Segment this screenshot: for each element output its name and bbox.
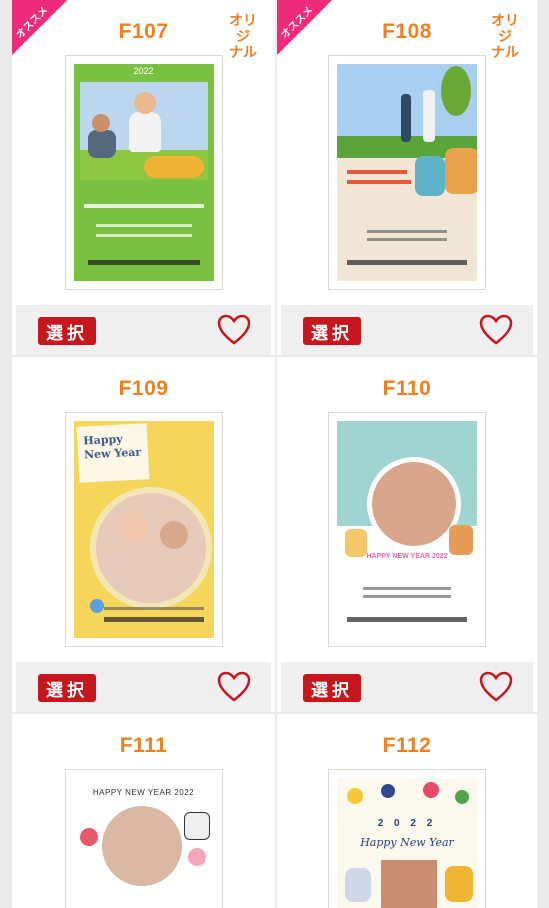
message-line <box>95 234 192 237</box>
message-line <box>367 230 447 233</box>
photo-person <box>423 90 435 142</box>
photo-frame <box>89 487 212 609</box>
flower-illustration <box>347 788 363 804</box>
select-button[interactable]: 選択 <box>38 317 96 345</box>
photo-mother <box>159 521 188 549</box>
photo-tree <box>441 66 471 116</box>
sender-line <box>347 260 467 265</box>
heart-icon[interactable] <box>217 314 251 346</box>
card-greeting: HAPPY NEW YEAR 2022 <box>92 788 195 797</box>
select-button[interactable]: 選択 <box>303 674 361 702</box>
tiger-illustration <box>445 866 473 902</box>
action-bar: 選択 <box>16 662 271 712</box>
template-item-f111[interactable]: F111 HAPPY NEW YEAR 2022 <box>12 714 275 908</box>
action-bar: 選択 <box>16 305 271 355</box>
sender-line <box>347 617 467 622</box>
heart-icon[interactable] <box>479 671 513 703</box>
card-preview[interactable]: HAPPY NEW YEAR 2022 <box>328 412 486 647</box>
template-code: F111 <box>119 734 168 757</box>
sender-line <box>103 617 204 622</box>
message-line <box>363 587 451 590</box>
template-code: F110 <box>382 377 432 400</box>
card-artwork: Happy New Year <box>73 421 214 638</box>
original-badge: オリジ ナル <box>229 12 257 60</box>
card-year: 2 0 2 2 <box>377 818 437 829</box>
photo-child-head <box>133 92 156 114</box>
tiger-illustration <box>143 156 204 178</box>
message-line <box>103 607 204 610</box>
photo-person <box>87 130 116 158</box>
sender-line <box>87 260 200 265</box>
tiger-illustration <box>449 525 473 555</box>
tiger-illustration <box>345 868 371 902</box>
greeting-line <box>347 180 411 184</box>
card-preview[interactable]: Happy New Year <box>64 412 223 647</box>
card-greeting: Happy New Year <box>82 432 141 462</box>
note-paper: Happy New Year <box>76 423 149 483</box>
action-bar: 選択 <box>281 662 533 712</box>
flower-illustration <box>423 782 439 798</box>
card-artwork: HAPPY NEW YEAR 2022 <box>337 421 477 638</box>
heart-icon[interactable] <box>217 671 251 703</box>
card-preview[interactable] <box>328 55 486 290</box>
template-item-f109[interactable]: F109 Happy New Year 選択 <box>12 357 275 712</box>
action-bar: 選択 <box>281 305 533 355</box>
card-year: 2022 <box>133 66 154 76</box>
photo-baby <box>117 511 148 543</box>
lion-illustration <box>415 156 445 196</box>
template-grid: オススメ F107 オリジ ナル 2022 選択 オススメ F108 オリジ ナ… <box>0 0 549 908</box>
photo-frame <box>101 806 182 886</box>
photo-frame <box>381 860 437 908</box>
card-artwork <box>337 64 477 281</box>
original-badge: オリジ ナル <box>491 12 519 60</box>
select-button[interactable]: 選択 <box>303 317 361 345</box>
photo-person-head <box>91 114 110 132</box>
message-line <box>367 238 447 241</box>
card-greeting: Happy New Year <box>360 836 454 849</box>
tiger-illustration <box>183 812 210 840</box>
card-artwork: 2022 <box>73 64 214 281</box>
template-code: F112 <box>382 734 432 757</box>
card-artwork: 2 0 2 2 Happy New Year <box>337 778 477 908</box>
flower-illustration <box>187 848 206 866</box>
card-preview[interactable]: 2022 <box>64 55 223 290</box>
message-line <box>363 595 451 598</box>
flower-illustration <box>89 599 104 613</box>
template-item-f108[interactable]: オススメ F108 オリジ ナル 選択 <box>277 0 537 355</box>
photo-person <box>401 94 411 142</box>
card-artwork: HAPPY NEW YEAR 2022 <box>73 778 214 908</box>
template-item-f107[interactable]: オススメ F107 オリジ ナル 2022 選択 <box>12 0 275 355</box>
message-line <box>95 224 192 227</box>
photo-frame <box>367 457 461 551</box>
flower-illustration <box>79 828 98 846</box>
select-button[interactable]: 選択 <box>38 674 96 702</box>
template-code: F109 <box>118 377 169 400</box>
heart-icon[interactable] <box>479 314 513 346</box>
template-item-f110[interactable]: F110 HAPPY NEW YEAR 2022 選択 <box>277 357 537 712</box>
flower-illustration <box>455 790 469 804</box>
template-item-f112[interactable]: F112 2 0 2 2 Happy New Year <box>277 714 537 908</box>
flower-illustration <box>381 784 395 798</box>
card-preview[interactable]: HAPPY NEW YEAR 2022 <box>64 769 223 908</box>
tiger-illustration <box>445 148 477 194</box>
photo-child <box>128 112 161 152</box>
greeting-line <box>347 170 407 174</box>
greeting-line <box>83 204 204 208</box>
card-preview[interactable]: 2 0 2 2 Happy New Year <box>328 769 486 908</box>
card-greeting: HAPPY NEW YEAR 2022 <box>366 553 448 560</box>
